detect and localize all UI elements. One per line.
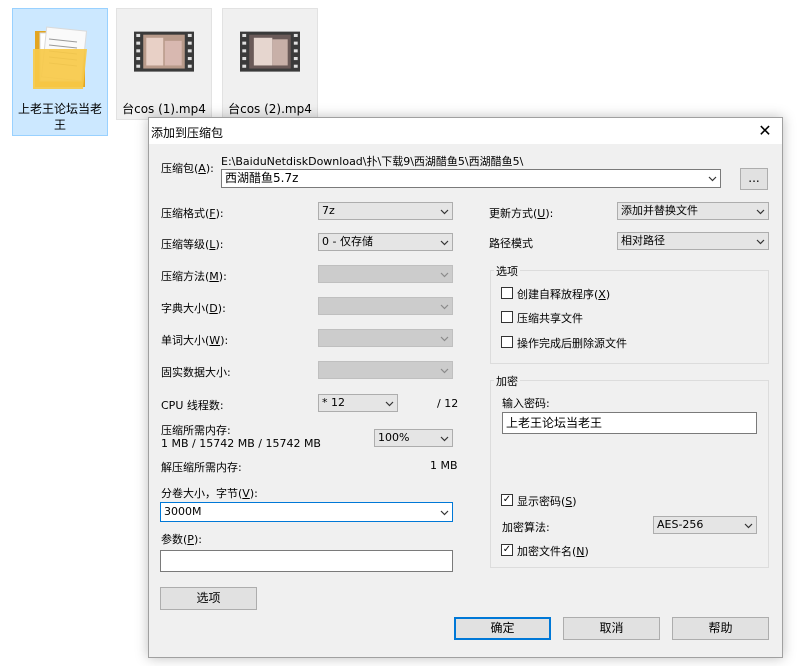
word-size-label: 单词大小(W): xyxy=(161,334,229,347)
desktop-file-video-2[interactable]: 台cos (2).mp4 xyxy=(222,8,318,120)
show-password-checkbox[interactable]: ✓ xyxy=(501,494,513,506)
chevron-down-icon xyxy=(440,510,449,516)
show-password-label: 显示密码(S) xyxy=(517,495,577,508)
encryption-group-title: 加密 xyxy=(494,373,520,389)
dictionary-select xyxy=(318,297,453,315)
format-label: 压缩格式(F): xyxy=(161,207,224,220)
title-bar: 添加到压缩包 ✕ xyxy=(149,118,782,144)
chevron-down-icon xyxy=(440,304,449,310)
chevron-down-icon xyxy=(440,240,449,246)
path-mode-label: 路径模式 xyxy=(489,237,533,250)
chevron-down-icon xyxy=(708,176,717,182)
file-name: 台cos (1).mp4 xyxy=(122,102,206,116)
checkmark-icon: ✓ xyxy=(502,494,512,505)
desktop-file-video-1[interactable]: 台cos (1).mp4 xyxy=(116,8,212,120)
word-size-select xyxy=(318,329,453,347)
chevron-down-icon xyxy=(440,209,449,215)
checkmark-icon: ✓ xyxy=(502,544,512,555)
decompress-memory-value: 1 MB xyxy=(430,459,458,472)
folder-icon xyxy=(33,26,88,89)
solid-size-label: 固实数据大小: xyxy=(161,366,231,379)
algorithm-select[interactable]: AES-256 xyxy=(653,516,757,534)
help-button[interactable]: 帮助 xyxy=(672,617,769,640)
encrypt-names-checkbox[interactable]: ✓ xyxy=(501,544,513,556)
memory-usage-select[interactable]: 100% xyxy=(374,429,453,447)
add-to-archive-dialog: 添加到压缩包 ✕ 压缩包(A): E:\BaiduNetdiskDownload… xyxy=(148,117,783,658)
archive-filename-combo[interactable]: 西湖醋鱼5.7z xyxy=(221,169,721,188)
chevron-down-icon xyxy=(756,209,765,215)
delete-source-label: 操作完成后删除源文件 xyxy=(517,337,627,350)
cpu-threads-label: CPU 线程数: xyxy=(161,399,224,412)
sfx-label: 创建自释放程序(X) xyxy=(517,288,611,301)
options-group-title: 选项 xyxy=(494,263,520,279)
video-thumbnail-icon xyxy=(134,31,194,72)
archive-path: E:\BaiduNetdiskDownload\扑\下载9\西湖醋鱼5\西湖醋鱼… xyxy=(221,155,524,168)
volume-size-input[interactable]: 3000M xyxy=(160,502,453,522)
file-name: 上老王论坛当老王 xyxy=(17,102,102,132)
cancel-button[interactable]: 取消 xyxy=(563,617,660,640)
encrypt-names-label: 加密文件名(N) xyxy=(517,545,589,558)
algorithm-label: 加密算法: xyxy=(502,521,550,534)
close-button[interactable]: ✕ xyxy=(748,118,782,144)
path-mode-select[interactable]: 相对路径 xyxy=(617,232,769,250)
ok-button[interactable]: 确定 xyxy=(454,617,551,640)
password-input[interactable]: 上老王论坛当老王 xyxy=(502,412,757,434)
decompress-memory-label: 解压缩所需内存: xyxy=(161,461,242,474)
options-button[interactable]: 选项 xyxy=(160,587,257,610)
chevron-down-icon xyxy=(440,368,449,374)
level-label: 压缩等级(L): xyxy=(161,238,224,251)
dictionary-label: 字典大小(D): xyxy=(161,302,226,315)
method-select xyxy=(318,265,453,283)
update-mode-select[interactable]: 添加并替换文件 xyxy=(617,202,769,220)
close-icon: ✕ xyxy=(758,121,772,140)
chevron-down-icon xyxy=(756,239,765,245)
params-input[interactable] xyxy=(160,550,453,572)
chevron-down-icon xyxy=(440,272,449,278)
file-name: 台cos (2).mp4 xyxy=(228,102,312,116)
delete-source-checkbox[interactable] xyxy=(501,336,513,348)
solid-size-select xyxy=(318,361,453,379)
password-label: 输入密码: xyxy=(502,397,550,410)
sfx-checkbox[interactable] xyxy=(501,287,513,299)
browse-button[interactable]: ... xyxy=(740,168,768,190)
level-select[interactable]: 0 - 仅存储 xyxy=(318,233,453,251)
compress-memory-detail: 1 MB / 15742 MB / 15742 MB xyxy=(161,437,321,450)
video-thumbnail-icon xyxy=(240,31,300,72)
archive-label: 压缩包(A): xyxy=(161,162,214,175)
desktop-file-folder[interactable]: 上老王论坛当老王 xyxy=(12,8,108,136)
shared-files-checkbox[interactable] xyxy=(501,311,513,323)
shared-files-label: 压缩共享文件 xyxy=(517,312,583,325)
dialog-title: 添加到压缩包 xyxy=(151,126,224,140)
chevron-down-icon xyxy=(440,436,449,442)
format-select[interactable]: 7z xyxy=(318,202,453,220)
chevron-down-icon xyxy=(744,523,753,529)
compress-memory-label: 压缩所需内存: xyxy=(161,424,231,437)
chevron-down-icon xyxy=(385,401,394,407)
cpu-threads-select[interactable]: * 12 xyxy=(318,394,398,412)
params-label: 参数(P): xyxy=(161,533,202,546)
method-label: 压缩方法(M): xyxy=(161,270,227,283)
cpu-threads-total: / 12 xyxy=(437,397,459,410)
chevron-down-icon xyxy=(440,336,449,342)
volume-size-label: 分卷大小，字节(V): xyxy=(161,487,258,500)
update-mode-label: 更新方式(U): xyxy=(489,207,554,220)
